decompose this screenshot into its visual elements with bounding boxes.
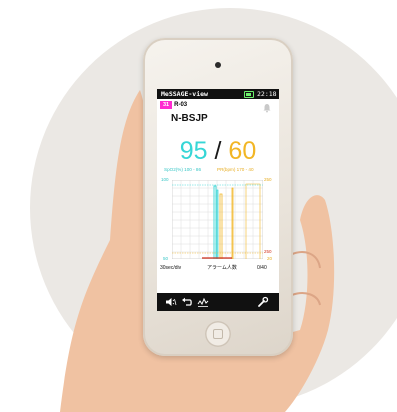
pr-axis-bottom: 20 <box>267 256 273 261</box>
vitals-readout: 95 / 60 <box>157 138 279 164</box>
alarm-label: アラーム人数 <box>207 265 237 271</box>
wrench-icon[interactable] <box>257 296 269 308</box>
bed-badge: 31 <box>160 101 173 109</box>
vitals-separator: / <box>214 137 222 165</box>
bed-selector[interactable]: 31 R-03 <box>160 101 187 109</box>
battery-icon <box>244 91 254 98</box>
spo2-limits: SpO2(%) 100 - 86 <box>164 167 202 172</box>
graph-footer: 30sec/div アラーム人数 0/40 <box>157 264 279 272</box>
pr-value: 60 <box>228 137 257 165</box>
time-scale: 30sec/div <box>160 265 182 271</box>
patient-id: N-BSJP <box>171 113 208 124</box>
app-screen: MeSSAGE-view 22:18 31 R-03 N-BSJP 95 / 60… <box>157 89 279 311</box>
alarm-count: 0/40 <box>257 265 267 271</box>
pr-limits: PR(bpm) 170 - 40 <box>217 167 254 172</box>
status-bar: MeSSAGE-view 22:18 <box>157 89 279 99</box>
home-button[interactable] <box>205 321 231 347</box>
spo2-axis-top: 100 <box>161 177 169 182</box>
spo2-value: 95 <box>179 137 208 165</box>
bottom-toolbar <box>157 293 279 311</box>
bell-icon[interactable] <box>262 103 272 113</box>
clock: 22:18 <box>257 90 277 98</box>
spo2-axis-bottom: 50 <box>163 256 169 261</box>
bed-label: R-03 <box>174 102 188 108</box>
back-icon[interactable] <box>181 296 193 308</box>
front-camera <box>215 62 221 68</box>
wave-icon[interactable] <box>197 296 209 308</box>
app-name: MeSSAGE-view <box>161 90 208 98</box>
trend-graph <box>172 180 263 259</box>
phone-device: MeSSAGE-view 22:18 31 R-03 N-BSJP 95 / 60… <box>143 38 293 356</box>
pr-axis-top: 250 <box>264 177 272 182</box>
mute-icon[interactable] <box>165 296 177 308</box>
pr-axis-mid: 250 <box>264 249 272 254</box>
